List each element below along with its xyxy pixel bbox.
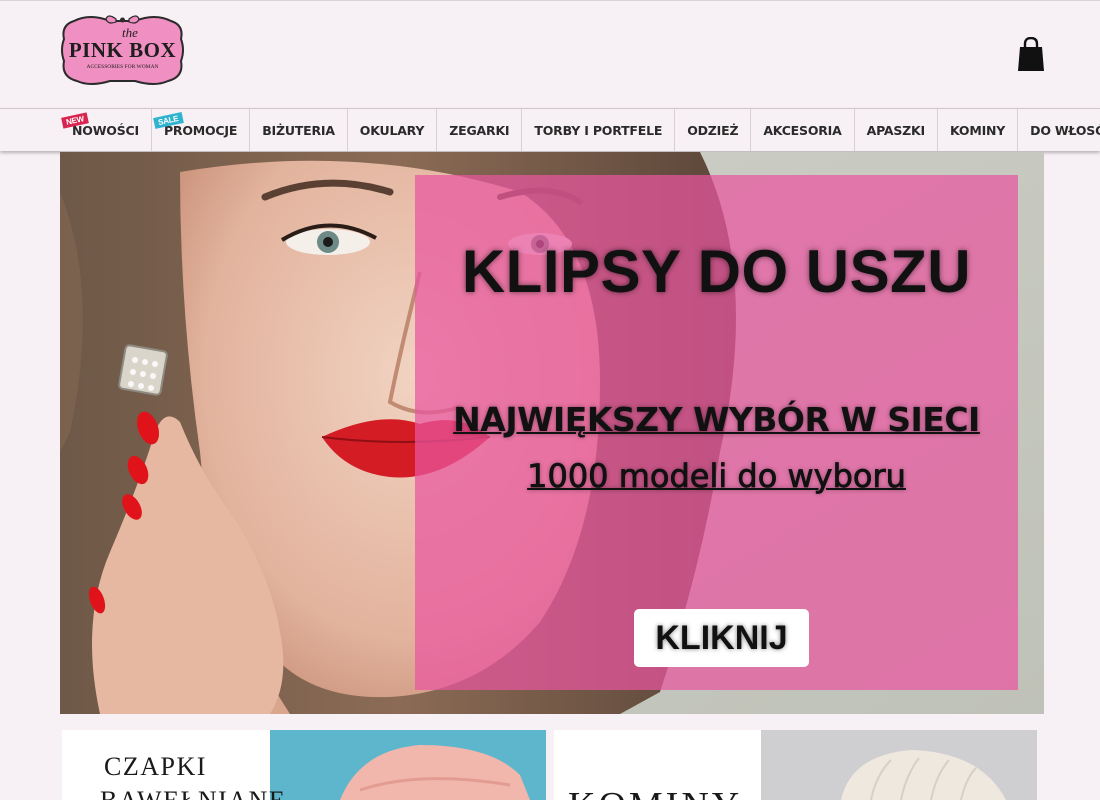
- nav-item-label: PROMOCJE: [163, 122, 238, 138]
- nav-item-label: OKULARY: [359, 122, 425, 138]
- hero-title: KLIPSY DO USZU: [461, 238, 972, 305]
- hero-subtitle-1: NAJWIĘKSZY WYBÓR W SIECI: [453, 400, 980, 439]
- nav-item-label: ZEGARKI: [449, 122, 510, 138]
- nav-item-label: APASZKI: [866, 122, 926, 138]
- logo-tagline: ACCESSORIES FOR WOMAN: [86, 64, 159, 70]
- nav-item-odziez[interactable]: ODZIEŻ: [675, 109, 752, 151]
- main-navigation: NEW NOWOŚCI SALE PROMOCJE BIŻUTERIA OKUL…: [0, 108, 1100, 151]
- site-header: the PINK BOX ACCESSORIES FOR WOMAN: [0, 1, 1100, 108]
- nav-item-label: ODZIEŻ: [687, 122, 739, 138]
- nav-item-okulary[interactable]: OKULARY: [348, 109, 438, 151]
- nav-item-zegarki[interactable]: ZEGARKI: [437, 109, 523, 151]
- shopping-bag-icon: [1018, 36, 1044, 71]
- nav-item-label: NOWOŚCI: [72, 122, 139, 138]
- hero-text-panel: KLIPSY DO USZU NAJWIĘKSZY WYBÓR W SIECI …: [415, 175, 1018, 690]
- hero-banner[interactable]: KLIPSY DO USZU NAJWIĘKSZY WYBÓR W SIECI …: [60, 152, 1044, 714]
- tile-title-line-2: BAWEŁNIANE: [100, 786, 286, 800]
- nav-item-akcesoria[interactable]: AKCESORIA: [751, 109, 855, 151]
- tile-title-line-1: KOMINY: [568, 784, 742, 800]
- nav-item-promocje[interactable]: SALE PROMOCJE: [152, 109, 251, 151]
- nav-item-apaszki[interactable]: APASZKI: [855, 109, 938, 151]
- cart-button[interactable]: [1016, 36, 1046, 73]
- nav-item-label: KOMINY: [949, 122, 1006, 138]
- nav-item-label: TORBY I PORTFELE: [534, 122, 663, 138]
- logo-name: PINK BOX: [68, 38, 177, 62]
- nav-item-label: BIŻUTERIA: [262, 122, 335, 138]
- nav-item-torby-i-portfele[interactable]: TORBY I PORTFELE: [522, 109, 676, 151]
- nav-item-do-wlosow[interactable]: DO WŁOSÓW: [1018, 109, 1100, 151]
- hero-cta-button[interactable]: KLIKNIJ: [634, 609, 809, 667]
- beanie-photo: [270, 730, 546, 800]
- nav-item-kominy[interactable]: KOMINY: [938, 109, 1019, 151]
- nav-item-nowosci[interactable]: NEW NOWOŚCI: [60, 109, 152, 151]
- knit-hat-photo: [761, 730, 1037, 800]
- tile-title-line-1: CZAPKI: [104, 752, 207, 781]
- nav-item-label: DO WŁOSÓW: [1030, 122, 1100, 138]
- category-tile-kominy[interactable]: KOMINY: [554, 730, 1037, 800]
- site-logo[interactable]: the PINK BOX ACCESSORIES FOR WOMAN: [60, 11, 185, 89]
- nav-item-label: AKCESORIA: [763, 122, 842, 138]
- nav-item-bizuteria[interactable]: BIŻUTERIA: [250, 109, 348, 151]
- hero-subtitle-2: 1000 modeli do wyboru: [527, 457, 906, 496]
- category-tile-czapki[interactable]: CZAPKI BAWEŁNIANE: [62, 730, 546, 800]
